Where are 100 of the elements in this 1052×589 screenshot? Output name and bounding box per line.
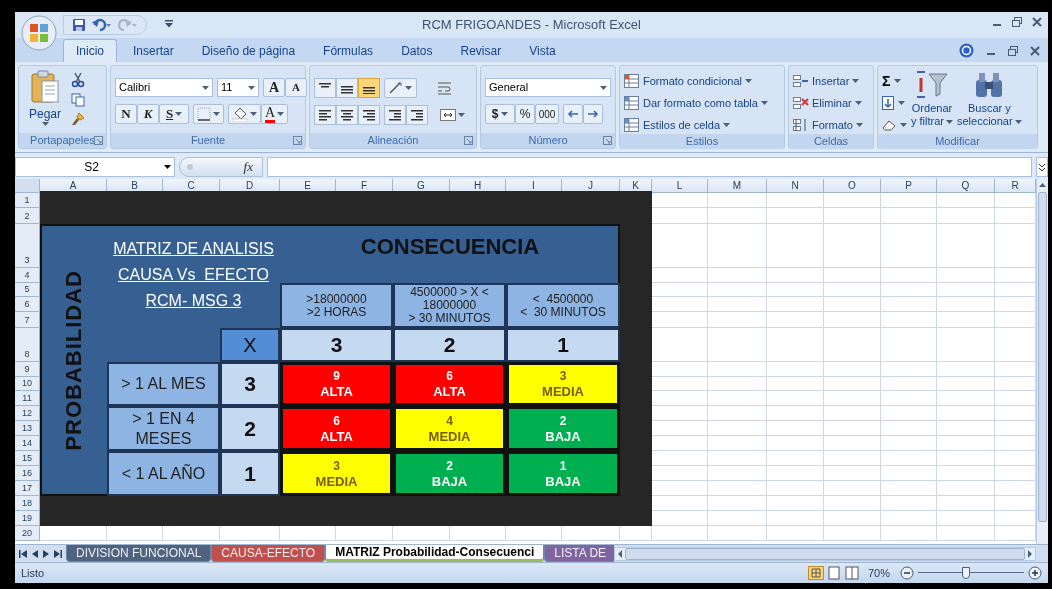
- row-header[interactable]: 20: [15, 526, 40, 541]
- fill-color-button[interactable]: [228, 104, 261, 124]
- row-header[interactable]: 9: [15, 362, 40, 377]
- name-box[interactable]: S2: [15, 156, 175, 177]
- row-header[interactable]: 3: [15, 224, 40, 268]
- percent-button[interactable]: %: [515, 104, 535, 124]
- styles-menu-button[interactable]: Dar formato como tabla: [624, 94, 768, 112]
- zoom-in-icon[interactable]: [1028, 566, 1042, 580]
- autosum-button[interactable]: Σ: [882, 72, 907, 90]
- styles-menu-button[interactable]: Estilos de celda: [624, 116, 768, 134]
- first-sheet-icon[interactable]: [19, 549, 27, 558]
- restore-icon[interactable]: [1008, 45, 1018, 56]
- page-layout-view-icon[interactable]: [825, 566, 842, 580]
- customize-toolbar-icon[interactable]: [165, 20, 173, 28]
- row-header[interactable]: 14: [15, 436, 40, 451]
- shrink-font-button[interactable]: A: [285, 78, 307, 97]
- undo-icon[interactable]: [92, 18, 112, 32]
- orientation-button[interactable]: [384, 78, 417, 98]
- sort-filter-button[interactable]: Ordenar y filtrar: [911, 70, 953, 134]
- row-header[interactable]: 4: [15, 268, 40, 283]
- next-sheet-icon[interactable]: [43, 549, 49, 558]
- column-header[interactable]: M: [708, 179, 767, 193]
- styles-menu-button[interactable]: Formato condicional: [624, 72, 768, 90]
- row-header[interactable]: 11: [15, 391, 40, 406]
- row-header[interactable]: 10: [15, 377, 40, 391]
- ribbon-tab[interactable]: Insertar: [121, 39, 186, 62]
- last-sheet-icon[interactable]: [54, 549, 62, 558]
- previous-sheet-icon[interactable]: [32, 549, 38, 558]
- fill-button[interactable]: [882, 94, 907, 112]
- row-header[interactable]: 5: [15, 283, 40, 297]
- row-header[interactable]: 13: [15, 421, 40, 436]
- page-break-view-icon[interactable]: [843, 566, 860, 580]
- wrap-text-icon[interactable]: [437, 81, 453, 95]
- decrease-decimal-button[interactable]: [583, 104, 603, 124]
- thousands-button[interactable]: 000: [535, 104, 559, 124]
- ribbon-tab[interactable]: Inicio: [63, 39, 117, 62]
- scissors-icon[interactable]: [71, 72, 85, 88]
- caret-icon[interactable]: [164, 164, 171, 169]
- restore-icon[interactable]: [1012, 17, 1022, 27]
- merge-center-button[interactable]: [440, 109, 465, 121]
- dialog-launcher-icon[interactable]: [603, 136, 612, 145]
- sheet-tab[interactable]: DIVISION FUNCIONAL: [66, 545, 212, 562]
- currency-button[interactable]: $: [485, 104, 515, 124]
- cells-menu-button[interactable]: Formato: [793, 116, 863, 134]
- underline-button[interactable]: S: [159, 104, 189, 124]
- sheet-tab[interactable]: CAUSA-EFECTO: [211, 545, 326, 562]
- row-header[interactable]: 15: [15, 451, 40, 466]
- ribbon-tab[interactable]: Datos: [389, 39, 445, 62]
- insert-function-button[interactable]: fx: [179, 156, 263, 177]
- dialog-launcher-icon[interactable]: [293, 136, 302, 145]
- ribbon-tab[interactable]: Fórmulas: [311, 39, 386, 62]
- help-icon[interactable]: [959, 43, 974, 58]
- cells-menu-button[interactable]: Insertar: [793, 72, 863, 90]
- sheet-tab[interactable]: LISTA DE: [544, 545, 614, 562]
- paste-button[interactable]: Pegar: [23, 70, 67, 133]
- align-right-icon[interactable]: [362, 109, 376, 121]
- expand-formula-bar-icon[interactable]: [1036, 156, 1048, 177]
- paintbrush-icon[interactable]: [71, 112, 85, 126]
- bold-button[interactable]: N: [115, 104, 137, 124]
- ribbon-tab[interactable]: Diseño de página: [189, 39, 308, 62]
- zoom-slider-thumb[interactable]: [961, 567, 970, 579]
- grow-font-button[interactable]: A: [263, 78, 285, 97]
- ribbon-tab[interactable]: Vista: [517, 39, 568, 62]
- ribbon-tab[interactable]: Revisar: [448, 39, 514, 62]
- column-header[interactable]: O: [824, 179, 881, 193]
- row-header[interactable]: 7: [15, 312, 40, 328]
- increase-decimal-button[interactable]: [563, 104, 583, 124]
- decrease-indent-icon[interactable]: [388, 109, 402, 121]
- dialog-launcher-icon[interactable]: [464, 136, 473, 145]
- row-header[interactable]: 1: [15, 193, 40, 208]
- font-size-field[interactable]: 11: [217, 78, 259, 97]
- font-name-field[interactable]: Calibri: [115, 78, 213, 97]
- normal-view-icon[interactable]: [807, 566, 824, 580]
- scroll-thumb[interactable]: [625, 547, 1025, 560]
- close-icon[interactable]: [1032, 17, 1042, 27]
- caret-icon[interactable]: [202, 85, 209, 90]
- italic-button[interactable]: K: [137, 104, 159, 124]
- dialog-launcher-icon[interactable]: [94, 136, 103, 145]
- row-header[interactable]: 17: [15, 481, 40, 496]
- column-header[interactable]: L: [652, 179, 708, 193]
- column-header[interactable]: N: [767, 179, 824, 193]
- find-select-button[interactable]: Buscar y seleccionar: [957, 70, 1022, 134]
- column-header[interactable]: Q: [937, 179, 995, 193]
- row-header[interactable]: 18: [15, 496, 40, 511]
- align-left-icon[interactable]: [318, 109, 332, 121]
- formula-input[interactable]: [267, 156, 1032, 177]
- number-format-field[interactable]: General: [485, 78, 611, 97]
- column-header[interactable]: P: [881, 179, 937, 193]
- row-header[interactable]: 2: [15, 208, 40, 224]
- caret-icon[interactable]: [600, 85, 607, 90]
- borders-button[interactable]: [193, 104, 224, 124]
- caret-icon[interactable]: [248, 85, 255, 90]
- row-header[interactable]: 12: [15, 406, 40, 421]
- close-icon[interactable]: [1030, 45, 1040, 56]
- zoom-out-icon[interactable]: [900, 566, 914, 580]
- cells-menu-button[interactable]: Eliminar: [793, 94, 863, 112]
- column-header[interactable]: R: [995, 179, 1036, 193]
- row-header[interactable]: 6: [15, 297, 40, 312]
- horizontal-scrollbar[interactable]: [614, 546, 1036, 561]
- scroll-thumb[interactable]: [1038, 192, 1047, 522]
